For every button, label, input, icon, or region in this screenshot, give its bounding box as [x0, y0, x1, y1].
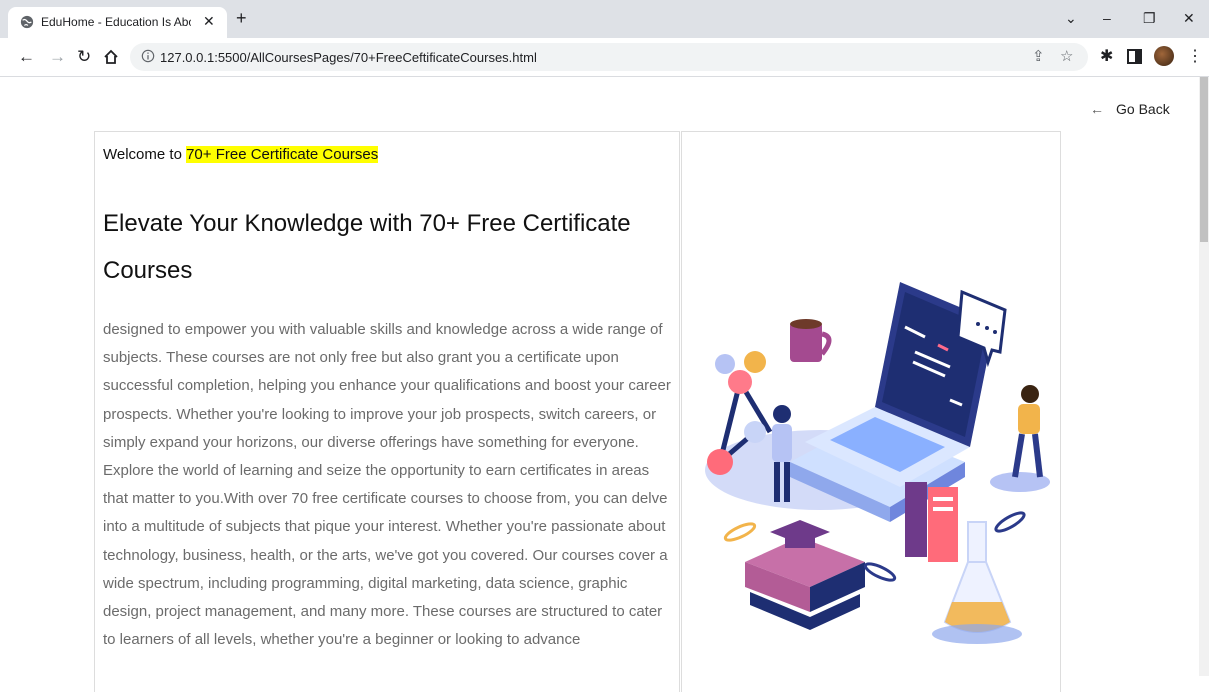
left-arrow-icon: ← — [1090, 101, 1104, 117]
more-menu-icon[interactable]: ⋮ — [1187, 48, 1203, 66]
go-back-link[interactable]: ← Go Back — [1090, 101, 1170, 117]
globe-icon — [20, 15, 34, 29]
tab-title: EduHome - Education Is About ... — [41, 15, 191, 29]
extensions-puzzle-icon[interactable]: ✱ — [1100, 48, 1113, 66]
browser-tab[interactable]: EduHome - Education Is About ... ✕ — [8, 7, 227, 38]
welcome-line: Welcome to 70+ Free Certificate Courses — [103, 146, 379, 163]
illustration-card — [681, 131, 1061, 692]
close-tab-icon[interactable]: ✕ — [203, 13, 215, 30]
vertical-scrollbar[interactable] — [1199, 77, 1209, 676]
home-icon[interactable] — [103, 49, 119, 65]
url-text[interactable]: 127.0.0.1:5500/AllCoursesPages/70+FreeCe… — [160, 50, 537, 65]
restore-icon[interactable]: ❐ — [1143, 10, 1156, 26]
course-description: designed to empower you with valuable sk… — [103, 321, 671, 649]
page-content: ← Go Back Welcome to 70+ Free Certificate… — [0, 77, 1199, 692]
go-back-label: Go Back — [1116, 101, 1170, 117]
minimize-icon[interactable]: – — [1103, 10, 1111, 26]
new-tab-icon[interactable]: + — [236, 9, 247, 27]
scrollbar-thumb[interactable] — [1200, 77, 1208, 242]
course-description-card: Welcome to 70+ Free Certificate Courses … — [94, 131, 680, 692]
bookmark-star-icon[interactable]: ☆ — [1060, 48, 1073, 66]
reload-icon[interactable]: ↻ — [77, 48, 91, 66]
share-icon[interactable]: ⇪ — [1032, 48, 1045, 66]
forward-arrow-icon[interactable]: → — [49, 48, 66, 66]
side-panel-icon[interactable] — [1127, 49, 1142, 64]
browser-toolbar: ← → ↻ 127.0.0.1:5500/AllCoursesPages/70+… — [0, 38, 1209, 77]
site-info-icon[interactable] — [141, 49, 155, 63]
tab-search-chevron-icon[interactable]: ⌄ — [1065, 10, 1077, 26]
browser-titlebar: EduHome - Education Is About ... ✕ + ⌄ –… — [0, 0, 1209, 38]
highlighted-course-name: 70+ Free Certificate Courses — [186, 146, 379, 163]
welcome-prefix: Welcome to — [103, 146, 187, 163]
page-heading: Elevate Your Knowledge with 70+ Free Cer… — [103, 210, 631, 284]
profile-avatar[interactable] — [1154, 46, 1174, 66]
back-arrow-icon[interactable]: ← — [18, 48, 35, 66]
learning-illustration — [705, 282, 1050, 644]
close-window-icon[interactable]: ✕ — [1183, 10, 1195, 26]
address-bar[interactable]: 127.0.0.1:5500/AllCoursesPages/70+FreeCe… — [130, 43, 1088, 71]
